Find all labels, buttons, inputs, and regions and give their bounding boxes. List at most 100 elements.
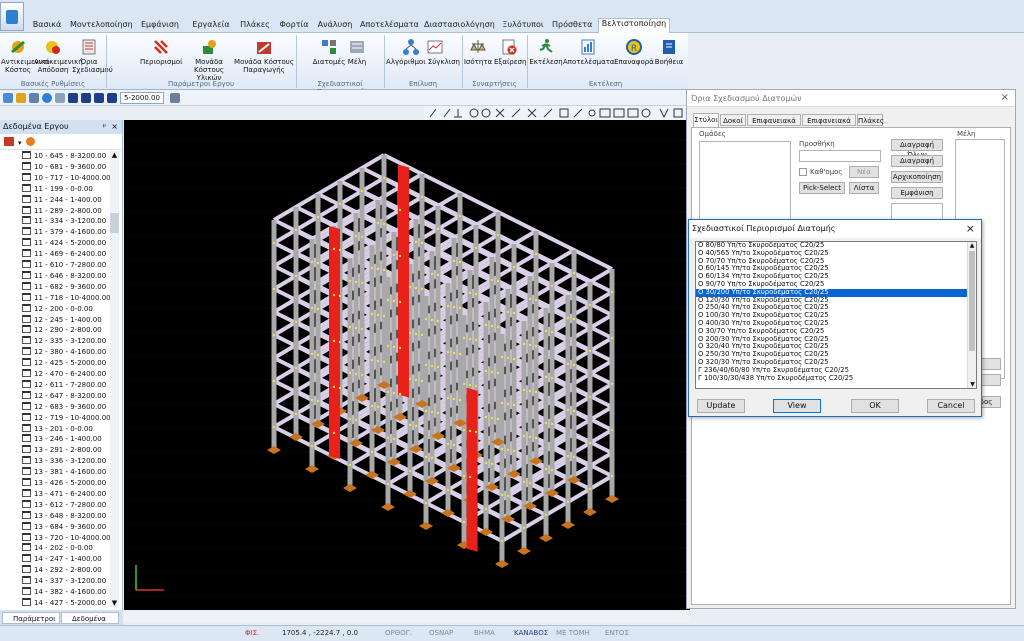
snap-tools-icon[interactable] bbox=[424, 106, 688, 120]
tree-item[interactable]: 13 - 471 - 6-2400.00 bbox=[22, 489, 106, 499]
node[interactable] bbox=[398, 392, 402, 396]
node[interactable] bbox=[272, 287, 276, 291]
node[interactable] bbox=[436, 227, 440, 231]
add-field[interactable] bbox=[799, 150, 881, 162]
node[interactable] bbox=[414, 240, 418, 244]
node[interactable] bbox=[500, 493, 504, 497]
status-section[interactable]: ΜΕ ΤΟΜΗ bbox=[556, 629, 590, 637]
tree-item[interactable]: 14 - 337 - 3-1200.00 bbox=[22, 576, 106, 586]
status-grid[interactable]: ΚΑΝΑΒΟΣ bbox=[514, 629, 548, 637]
node[interactable] bbox=[386, 344, 390, 348]
node[interactable] bbox=[392, 253, 396, 257]
tab-loads[interactable]: Φορτία bbox=[278, 20, 310, 34]
node[interactable] bbox=[446, 488, 450, 492]
tree-item[interactable]: 12 - 470 - 6-2400.00 bbox=[22, 369, 106, 379]
node[interactable] bbox=[528, 435, 532, 439]
node[interactable] bbox=[500, 355, 504, 359]
tab-optimization[interactable]: Βελτιστοποίηση bbox=[598, 18, 670, 34]
node[interactable] bbox=[424, 317, 428, 321]
run-button[interactable]: Εκτέλεση bbox=[529, 35, 563, 66]
footing[interactable] bbox=[539, 534, 553, 542]
footing[interactable] bbox=[343, 484, 357, 492]
tree-item[interactable]: 10 - 681 - 9-3600.00 bbox=[22, 162, 106, 172]
node[interactable] bbox=[534, 344, 538, 348]
node[interactable] bbox=[512, 265, 516, 269]
node[interactable] bbox=[386, 298, 390, 302]
objective-cost-button[interactable]: Αντικειμενικό Κόστος bbox=[1, 35, 49, 74]
node[interactable] bbox=[360, 235, 364, 239]
node[interactable] bbox=[588, 303, 592, 307]
node[interactable] bbox=[436, 273, 440, 277]
tab-results[interactable]: Αποτελέσματα bbox=[360, 20, 419, 34]
node[interactable] bbox=[360, 281, 364, 285]
node[interactable] bbox=[500, 539, 504, 543]
close-icon[interactable]: × bbox=[966, 222, 975, 235]
node[interactable] bbox=[338, 340, 342, 344]
ok-button[interactable]: OK bbox=[851, 399, 899, 413]
node[interactable] bbox=[382, 268, 386, 272]
tree-item[interactable]: 11 - 289 - 2-800.00 bbox=[22, 206, 102, 216]
node[interactable] bbox=[610, 474, 614, 478]
tab-project-data[interactable]: Δεδομένα Ε... bbox=[61, 612, 119, 635]
delete-all-button[interactable]: Διαγραφή Όλων bbox=[891, 139, 943, 159]
dropdown-arrow-icon[interactable]: ▾ bbox=[18, 139, 22, 147]
home-icon[interactable] bbox=[55, 93, 65, 103]
node[interactable] bbox=[610, 290, 614, 294]
node[interactable] bbox=[408, 423, 412, 427]
node[interactable] bbox=[272, 379, 276, 383]
node[interactable] bbox=[490, 278, 494, 282]
node[interactable] bbox=[370, 358, 374, 362]
equality-button[interactable]: Ισότητα bbox=[462, 35, 494, 66]
tree-item[interactable]: 14 - 427 - 5-2000.00 bbox=[22, 598, 106, 608]
node[interactable] bbox=[430, 318, 434, 322]
new-button[interactable]: Νέα bbox=[849, 166, 879, 178]
tree-item[interactable]: 13 - 201 - 0-0.00 bbox=[22, 424, 93, 434]
node[interactable] bbox=[382, 222, 386, 226]
tab-basic[interactable]: Βασικά bbox=[30, 20, 64, 34]
node[interactable] bbox=[566, 500, 570, 504]
node[interactable] bbox=[522, 480, 526, 484]
node[interactable] bbox=[462, 428, 466, 432]
scroll-up-icon[interactable]: ▲ bbox=[968, 242, 976, 249]
reset-button[interactable]: R Επαναφορά bbox=[612, 35, 656, 66]
node[interactable] bbox=[398, 300, 402, 304]
node[interactable] bbox=[272, 241, 276, 245]
node[interactable] bbox=[446, 396, 450, 400]
node[interactable] bbox=[506, 448, 510, 452]
node[interactable] bbox=[420, 287, 424, 291]
node[interactable] bbox=[436, 411, 440, 415]
node[interactable] bbox=[354, 418, 358, 422]
node[interactable] bbox=[446, 304, 450, 308]
node[interactable] bbox=[490, 370, 494, 374]
node[interactable] bbox=[550, 284, 554, 288]
node[interactable] bbox=[370, 312, 374, 316]
highlighted-wall[interactable] bbox=[398, 164, 409, 398]
node[interactable] bbox=[420, 333, 424, 337]
node[interactable] bbox=[496, 325, 500, 329]
tree-item[interactable]: 13 - 381 - 4-1600.00 bbox=[22, 467, 106, 477]
node[interactable] bbox=[354, 234, 358, 238]
node[interactable] bbox=[490, 416, 494, 420]
node[interactable] bbox=[414, 424, 418, 428]
tab-view[interactable]: Εμφάνιση bbox=[138, 20, 182, 34]
node[interactable] bbox=[382, 176, 386, 180]
node[interactable] bbox=[376, 221, 380, 225]
globe-icon[interactable] bbox=[42, 93, 52, 103]
node[interactable] bbox=[414, 286, 418, 290]
node[interactable] bbox=[458, 398, 462, 402]
pin-icon[interactable]: ᵖ bbox=[103, 120, 106, 134]
constraints-button[interactable]: Περιορισμοί bbox=[140, 35, 183, 66]
results-button[interactable]: Αποτελέσματα bbox=[563, 35, 615, 66]
node[interactable] bbox=[468, 475, 472, 479]
node[interactable] bbox=[436, 319, 440, 323]
node[interactable] bbox=[408, 377, 412, 381]
node[interactable] bbox=[550, 468, 554, 472]
footing[interactable] bbox=[605, 495, 619, 503]
node[interactable] bbox=[360, 327, 364, 331]
footing[interactable] bbox=[561, 521, 575, 529]
node[interactable] bbox=[408, 331, 412, 335]
node[interactable] bbox=[452, 443, 456, 447]
node[interactable] bbox=[534, 252, 538, 256]
close-icon[interactable]: × bbox=[1001, 92, 1009, 103]
node[interactable] bbox=[474, 338, 478, 342]
